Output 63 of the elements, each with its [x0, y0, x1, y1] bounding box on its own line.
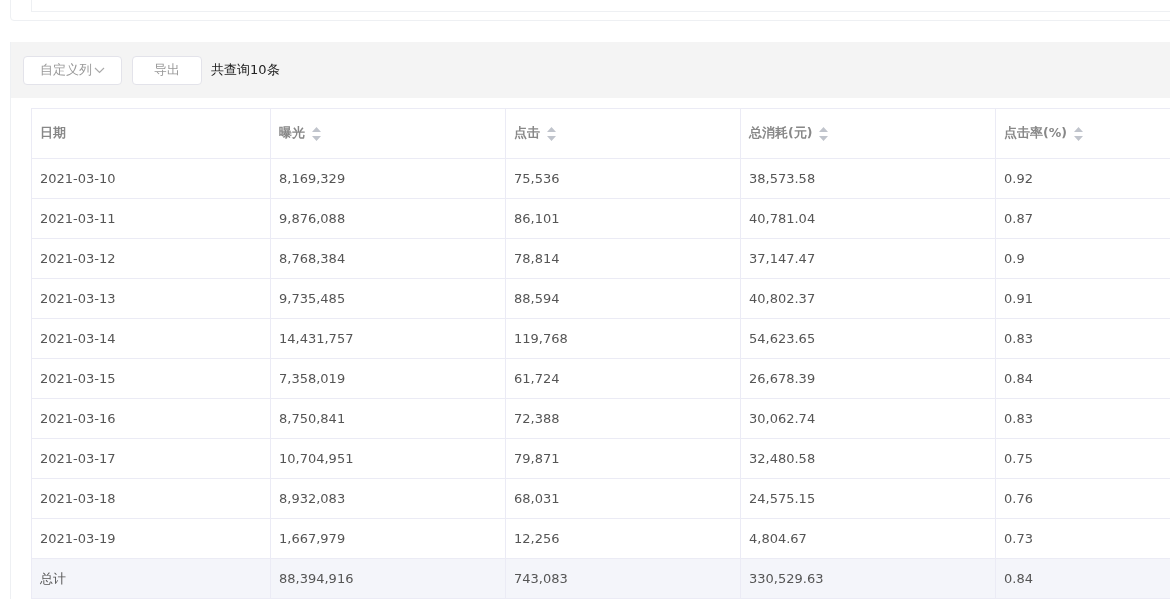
- table-cell: 总计: [32, 559, 271, 599]
- column-header[interactable]: 日期: [32, 109, 271, 159]
- table-cell: 30,062.74: [741, 399, 996, 439]
- table-cell: 9,735,485: [271, 279, 506, 319]
- table-cell: 32,480.58: [741, 439, 996, 479]
- table-cell: 2021-03-18: [32, 479, 271, 519]
- table-cell: 8,169,329: [271, 159, 506, 199]
- sort-icon[interactable]: [819, 126, 829, 141]
- table-cell: 2021-03-13: [32, 279, 271, 319]
- table-cell: 61,724: [506, 359, 741, 399]
- table-cell: 0.87: [996, 199, 1170, 239]
- column-header[interactable]: 点击率(%): [996, 109, 1170, 159]
- table-cell: 24,575.15: [741, 479, 996, 519]
- sort-icon[interactable]: [1073, 126, 1083, 141]
- table-cell: 2021-03-11: [32, 199, 271, 239]
- table-cell: 0.76: [996, 479, 1170, 519]
- table-cell: 2021-03-10: [32, 159, 271, 199]
- table-cell: 0.84: [996, 359, 1170, 399]
- table-cell: 8,768,384: [271, 239, 506, 279]
- table-cell: 2021-03-14: [32, 319, 271, 359]
- table-cell: 0.83: [996, 399, 1170, 439]
- table-cell: 0.9: [996, 239, 1170, 279]
- table-cell: 88,594: [506, 279, 741, 319]
- table-cell: 2021-03-16: [32, 399, 271, 439]
- export-button[interactable]: 导出: [132, 55, 202, 85]
- table-cell: 9,876,088: [271, 199, 506, 239]
- table-cell: 40,802.37: [741, 279, 996, 319]
- column-header[interactable]: 点击: [506, 109, 741, 159]
- column-header[interactable]: 总消耗(元): [741, 109, 996, 159]
- table-cell: 330,529.63: [741, 559, 996, 599]
- table-cell: 2021-03-17: [32, 439, 271, 479]
- table-cell: 743,083: [506, 559, 741, 599]
- table-cell: 0.84: [996, 559, 1170, 599]
- table-cell: 40,781.04: [741, 199, 996, 239]
- table-cell: 14,431,757: [271, 319, 506, 359]
- table-cell: 0.92: [996, 159, 1170, 199]
- table-cell: 0.91: [996, 279, 1170, 319]
- sort-icon[interactable]: [312, 126, 321, 141]
- table-cell: 54,623.65: [741, 319, 996, 359]
- table-cell: 2021-03-12: [32, 239, 271, 279]
- table-cell: 10,704,951: [271, 439, 506, 479]
- caret-icon: [94, 66, 105, 74]
- table-cell: 8,750,841: [271, 399, 506, 439]
- table-cell: 26,678.39: [741, 359, 996, 399]
- table-cell: 68,031: [506, 479, 741, 519]
- table-cell: 0.75: [996, 439, 1170, 479]
- custom-columns-dropdown[interactable]: 自定义列: [23, 55, 122, 85]
- table-cell: 38,573.58: [741, 159, 996, 199]
- table-cell: 72,388: [506, 399, 741, 439]
- table-cell: 88,394,916: [271, 559, 506, 599]
- table-cell: 75,536: [506, 159, 741, 199]
- table-cell: 8,932,083: [271, 479, 506, 519]
- table-cell: 7,358,019: [271, 359, 506, 399]
- result-count: 共查询10条: [211, 61, 280, 79]
- table-cell: 0.83: [996, 319, 1170, 359]
- table-cell: 119,768: [506, 319, 741, 359]
- table-cell: 37,147.47: [741, 239, 996, 279]
- table-cell: 78,814: [506, 239, 741, 279]
- column-header[interactable]: 曝光: [271, 109, 506, 159]
- table-cell: 86,101: [506, 199, 741, 239]
- table-cell: 79,871: [506, 439, 741, 479]
- table-cell: 2021-03-15: [32, 359, 271, 399]
- sort-icon[interactable]: [547, 126, 556, 141]
